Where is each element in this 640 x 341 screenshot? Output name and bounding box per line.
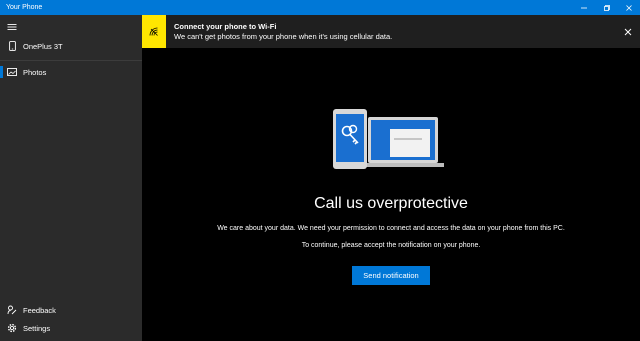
sidebar-item-label: Settings — [23, 323, 51, 333]
permission-description: We care about your data. We need your pe… — [217, 225, 565, 232]
sidebar-item-label: Feedback — [23, 305, 56, 315]
banner-title: Connect your phone to Wi-Fi — [174, 22, 277, 31]
selection-indicator — [0, 66, 3, 78]
device-name: OnePlus 3T — [23, 41, 63, 51]
restore-icon — [604, 4, 610, 11]
wifi-warning-banner: Connect your phone to Wi-Fi We can't get… — [142, 15, 640, 48]
hamburger-icon — [7, 24, 17, 30]
feedback-icon — [7, 305, 17, 315]
laptop-base — [362, 163, 444, 167]
banner-icon-area — [142, 15, 166, 48]
title-bar: Your Phone — [0, 0, 640, 15]
close-icon — [626, 4, 632, 11]
gear-icon — [7, 323, 17, 333]
sidebar-item-settings[interactable]: Settings — [0, 317, 142, 339]
sidebar: OnePlus 3T Photos Feedback Settings — [0, 15, 142, 341]
maximize-button[interactable] — [596, 0, 618, 15]
wifi-off-icon — [149, 27, 158, 36]
phone-icon — [7, 41, 17, 51]
minimize-icon — [581, 7, 587, 8]
sidebar-item-photos[interactable]: Photos — [0, 61, 142, 83]
window-title: Your Phone — [6, 4, 43, 11]
page-heading: Call us overprotective — [314, 195, 468, 212]
continue-instruction: To continue, please accept the notificat… — [301, 242, 481, 249]
send-notification-button[interactable]: Send notification — [352, 266, 430, 285]
sidebar-item-label: Photos — [23, 67, 47, 77]
minimize-button[interactable] — [573, 0, 595, 15]
phone-screen — [336, 114, 364, 162]
main-content: Call us overprotective We care about you… — [142, 48, 640, 341]
hamburger-menu-button[interactable] — [5, 21, 19, 33]
banner-message: We can't get photos from your phone when… — [174, 32, 393, 41]
sidebar-item-device[interactable]: OnePlus 3T — [0, 35, 142, 57]
photos-icon — [7, 67, 17, 77]
laptop-window — [390, 129, 430, 157]
close-icon — [624, 28, 631, 35]
phone-laptop-illustration — [333, 109, 444, 169]
banner-close-button[interactable] — [622, 26, 633, 37]
close-window-button[interactable] — [618, 0, 640, 15]
